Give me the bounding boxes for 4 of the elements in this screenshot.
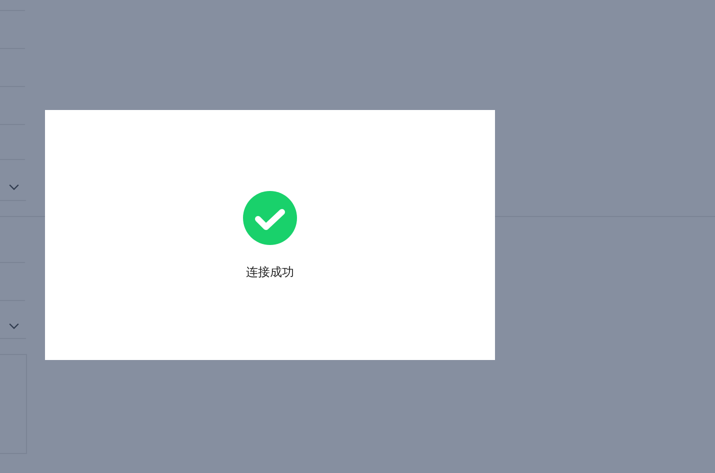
dialog-message: 连接成功	[246, 265, 294, 279]
check-circle-icon	[243, 191, 297, 245]
chevron-down-icon[interactable]	[8, 184, 20, 191]
chevron-down-icon[interactable]	[8, 323, 20, 330]
